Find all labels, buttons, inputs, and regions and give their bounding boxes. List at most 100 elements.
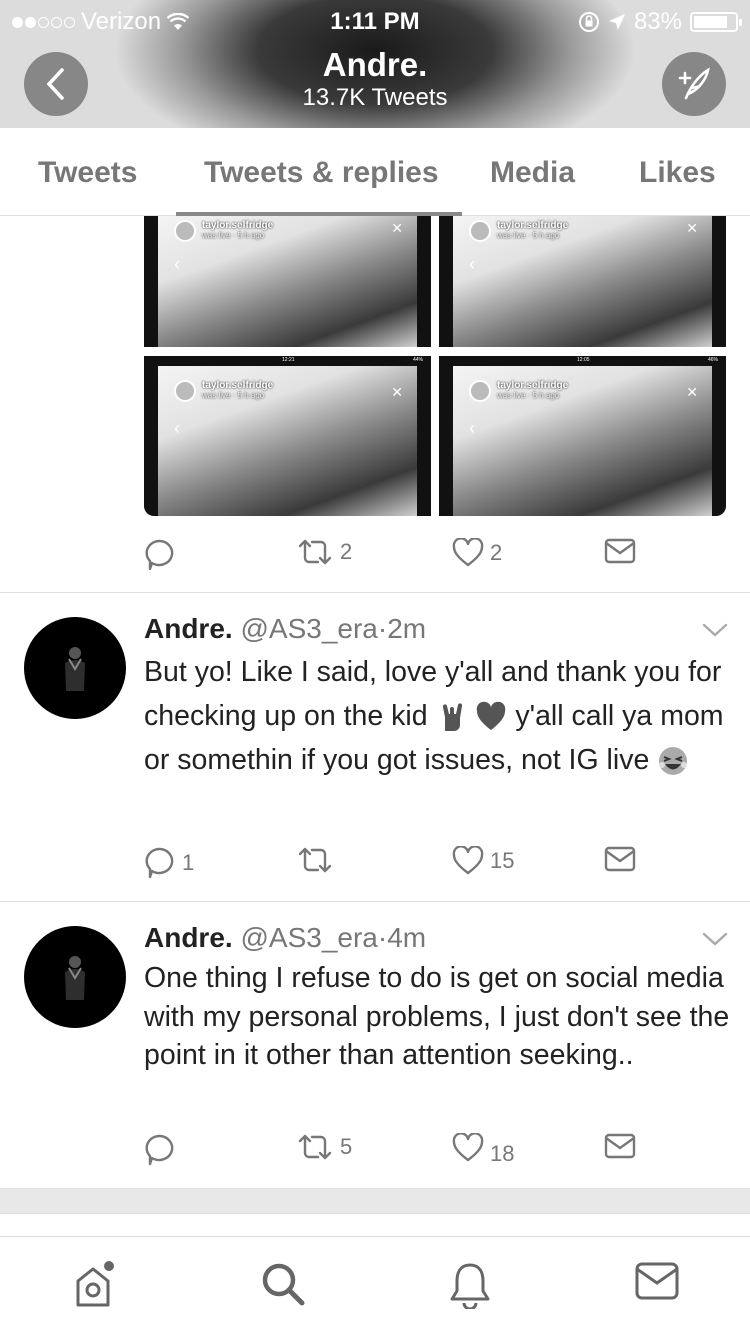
retweet-icon: [298, 1134, 332, 1160]
mail-icon: [604, 538, 636, 564]
retweet-button[interactable]: 2: [296, 538, 352, 566]
media-status-bar: 12:05 46%: [439, 356, 726, 366]
like-button[interactable]: 15: [452, 846, 514, 876]
status-bar: Verizon 1:11 PM 83%: [0, 0, 750, 40]
media-user: taylor.selfridge was live · 5 h ago: [469, 220, 568, 242]
tweet-header: Andre. @AS3_era·4m: [144, 922, 426, 954]
tweet-handle[interactable]: @AS3_era: [240, 613, 377, 644]
rock-hand-emoji-icon: [442, 703, 462, 732]
media-image[interactable]: taylor.selfridge was live · 5 h ago ✕ ‹: [439, 216, 726, 347]
media-status: was live · 5 h ago: [202, 231, 265, 240]
like-button[interactable]: 18: [452, 1133, 514, 1166]
divider: [0, 592, 750, 593]
media-username: taylor.selfridge: [202, 380, 274, 391]
avatar[interactable]: [24, 926, 126, 1028]
tab-home[interactable]: [72, 1261, 118, 1314]
chevron-down-icon[interactable]: [702, 622, 728, 638]
direct-message-button[interactable]: [604, 1133, 636, 1159]
reply-count: 1: [182, 850, 195, 875]
media-username: taylor.selfridge: [497, 380, 569, 391]
tweet-actions: 5 18: [144, 1133, 644, 1173]
chevron-left-icon: ‹: [174, 254, 180, 274]
tab-messages[interactable]: [634, 1261, 680, 1306]
location-icon: [608, 14, 625, 30]
orientation-lock-icon: [578, 12, 599, 32]
retweet-icon: [298, 847, 332, 873]
like-count: 2: [490, 540, 503, 565]
mail-icon: [604, 1133, 636, 1159]
close-icon: ✕: [686, 384, 698, 400]
avatar[interactable]: [24, 617, 126, 719]
like-count: 15: [490, 848, 515, 873]
media-image[interactable]: 12:21 44% taylor.selfridge was live · 5 …: [144, 356, 431, 516]
chevron-left-icon: ‹: [174, 418, 180, 438]
timeline-gap: [0, 1188, 750, 1214]
media-status-bar: 12:21 44%: [144, 356, 431, 366]
reply-icon: [145, 847, 174, 879]
media-status: was live · 5 h ago: [202, 391, 265, 400]
reply-button[interactable]: 1: [144, 846, 194, 880]
bottom-tab-bar: [0, 1236, 750, 1334]
media-avatar: [469, 220, 491, 242]
tweet-author-name[interactable]: Andre.: [144, 922, 233, 953]
media-status: was live · 5 h ago: [497, 231, 560, 240]
media-username: taylor.selfridge: [202, 220, 274, 231]
tweet-header: Andre. @AS3_era·2m: [144, 613, 426, 645]
battery-percent: 83%: [633, 8, 682, 35]
tab-tweets[interactable]: Tweets: [38, 156, 137, 190]
tweet-time: 4m: [387, 922, 427, 953]
retweet-icon: [298, 539, 332, 565]
media-clock: 12:21: [282, 357, 295, 363]
heart-icon: [452, 538, 484, 567]
reply-button[interactable]: [144, 538, 182, 572]
retweet-count: 2: [340, 539, 353, 564]
reply-button[interactable]: [144, 1133, 182, 1167]
media-battery: 44%: [412, 357, 423, 363]
heart-icon: [452, 1133, 484, 1162]
media-user: taylor.selfridge was live · 5 h ago: [469, 380, 568, 402]
retweet-button[interactable]: [296, 846, 340, 874]
tab-tweets-and-replies[interactable]: Tweets & replies: [204, 156, 439, 190]
tab-search[interactable]: [260, 1261, 306, 1312]
battery-icon: [690, 12, 742, 32]
like-button[interactable]: 2: [452, 538, 502, 568]
media-user: taylor.selfridge was live · 5 h ago: [174, 380, 273, 402]
tweet-handle[interactable]: @AS3_era: [240, 922, 377, 953]
close-icon: ✕: [391, 384, 403, 400]
compose-quill-icon: [678, 67, 710, 100]
direct-message-button[interactable]: [604, 846, 636, 872]
tweet-author-name[interactable]: Andre.: [144, 613, 233, 644]
tweet-actions: 2 2: [144, 538, 644, 578]
tweet-actions: 1 15: [144, 846, 644, 886]
media-avatar: [174, 380, 196, 402]
header-name: Andre.: [322, 46, 428, 83]
profile-header: Verizon 1:11 PM 83% Andre. 13.7K Tweets: [0, 0, 750, 128]
tab-notifications[interactable]: [448, 1261, 492, 1314]
profile-tabs: Tweets Tweets & replies Media Likes: [0, 128, 750, 216]
media-username: taylor.selfridge: [497, 220, 569, 231]
media-image[interactable]: taylor.selfridge was live · 5 h ago ✕ ‹: [144, 216, 431, 347]
status-right: 83%: [578, 8, 742, 36]
close-icon: ✕: [686, 220, 698, 236]
tab-likes[interactable]: Likes: [639, 156, 716, 190]
home-icon: [76, 1261, 114, 1307]
media-avatar: [469, 380, 491, 402]
chevron-left-icon: ‹: [469, 418, 475, 438]
battery-fill: [694, 16, 727, 28]
separator-dot: ·: [377, 613, 388, 644]
direct-message-button[interactable]: [604, 538, 636, 564]
tweet-media-grid: taylor.selfridge was live · 5 h ago ✕ ‹ …: [144, 216, 726, 516]
tab-media[interactable]: Media: [490, 156, 575, 190]
chevron-left-icon: ‹: [469, 254, 475, 274]
bell-icon: [450, 1263, 490, 1311]
media-battery: 46%: [707, 357, 718, 363]
chevron-down-icon[interactable]: [702, 931, 728, 947]
avatar-figure: [65, 647, 85, 691]
media-image[interactable]: 12:05 46% taylor.selfridge was live · 5 …: [439, 356, 726, 516]
media-avatar: [174, 220, 196, 242]
header-tweet-count: 13.7K Tweets: [302, 84, 448, 111]
retweet-button[interactable]: 5: [296, 1133, 352, 1161]
separator-dot: ·: [377, 922, 388, 953]
compose-tweet-button[interactable]: [662, 52, 726, 116]
close-icon: ✕: [391, 220, 403, 236]
